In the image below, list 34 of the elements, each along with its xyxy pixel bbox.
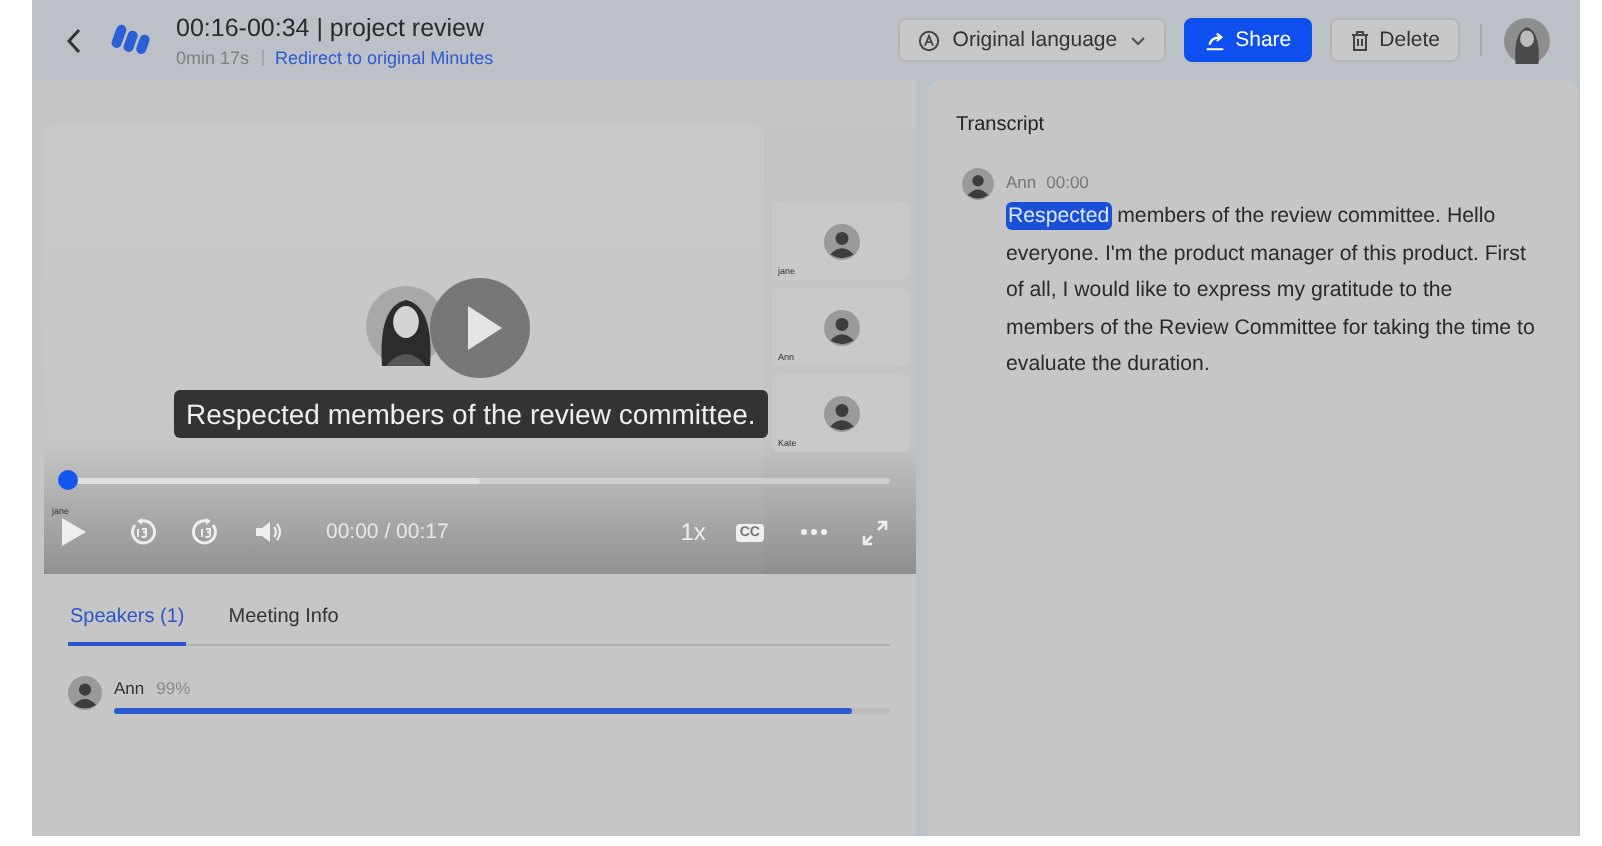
duration-text: 0min 17s [176, 47, 250, 67]
delete-button[interactable]: Delete [1329, 18, 1460, 62]
share-icon [1203, 29, 1226, 51]
avatar-icon [68, 676, 102, 710]
user-avatar[interactable] [1504, 17, 1550, 63]
playback-time: 00:00 / 00:17 [326, 520, 449, 544]
more-icon[interactable] [800, 528, 828, 536]
speaking-share: 99% [156, 678, 191, 698]
avatar-icon [823, 309, 859, 345]
avatar-icon [823, 223, 859, 259]
forward-icon[interactable] [192, 518, 220, 546]
fullscreen-icon[interactable] [862, 519, 888, 545]
trash-icon [1349, 29, 1370, 51]
transcript-paragraph: Respected members of the review committee. Hello everyone. I'm the product manager of this product. First of all, I would like to express my gratitude to the members of the Review Committee for taking the time to evaluate the duration. [1006, 200, 1537, 381]
play-icon[interactable] [60, 516, 88, 548]
panel-tab[interactable]: Speakers (1) [68, 602, 187, 646]
language-icon [918, 29, 941, 51]
speaker-name: Ann [1006, 172, 1037, 192]
avatar-icon [962, 168, 994, 200]
share-button[interactable]: Share [1183, 18, 1312, 62]
transcript-heading: Transcript [956, 114, 1047, 136]
subtitle-caption: Respected members of the review committee. [174, 390, 768, 438]
meeting-title: 00:16-00:34 | project review [176, 13, 487, 41]
back-icon[interactable] [66, 27, 82, 53]
timestamp: 00:00 [1046, 172, 1089, 192]
chevron-down-icon [1129, 35, 1146, 45]
panel-tab[interactable]: Meeting Info [226, 602, 341, 646]
play-button[interactable] [430, 278, 530, 378]
speaker-name: Ann [114, 678, 145, 698]
volume-icon[interactable] [254, 520, 282, 544]
rewind-icon[interactable] [128, 518, 156, 546]
avatar-icon [823, 395, 859, 431]
logo-icon [110, 23, 152, 57]
language-dropdown[interactable]: Original language [898, 18, 1166, 62]
